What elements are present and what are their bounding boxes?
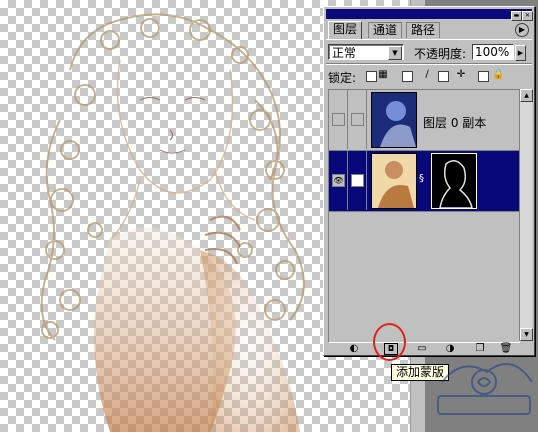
scroll-down-icon[interactable]: ▼: [520, 328, 533, 341]
visibility-toggle[interactable]: [329, 90, 348, 149]
layer-name[interactable]: 图层 0 副本: [423, 114, 486, 131]
layer-style-icon[interactable]: ◐: [346, 343, 362, 355]
palette-tabs: 图层 通道 路径 ▶: [326, 20, 532, 40]
lock-image-checkbox[interactable]: [402, 71, 413, 82]
link-toggle[interactable]: [348, 90, 367, 149]
highlight-circle: [373, 323, 406, 361]
lock-transparency-icon: ▦: [378, 69, 388, 80]
layer-row[interactable]: 图层 0 副本: [329, 90, 519, 151]
lock-all-icon: 🔒: [492, 69, 505, 80]
link-toggle[interactable]: [348, 151, 367, 210]
opacity-label: 不透明度:: [414, 47, 467, 61]
watermark-logo: [437, 363, 533, 415]
mask-link-icon[interactable]: §: [419, 173, 427, 187]
tab-layers[interactable]: 图层: [328, 21, 363, 39]
new-set-icon[interactable]: ▭: [414, 343, 430, 355]
brush-mode-icon[interactable]: [351, 174, 364, 187]
tab-channels[interactable]: 通道: [368, 22, 403, 38]
blend-mode-select[interactable]: 正常 ▼: [328, 44, 404, 60]
layer-thumbnail: [371, 92, 417, 148]
opacity-slider-arrow-icon[interactable]: ▶: [515, 45, 526, 61]
lock-label: 锁定:: [328, 71, 357, 85]
divider: [326, 63, 532, 65]
layer-thumbnail[interactable]: [371, 153, 417, 209]
chevron-down-icon[interactable]: ▼: [388, 46, 402, 60]
layers-scrollbar[interactable]: ▲ ▼: [519, 89, 533, 341]
brush-icon: ∕: [425, 69, 429, 80]
layer-mask-thumbnail[interactable]: [431, 153, 477, 209]
lock-row: 锁定: ▦ ∕ ✛ 🔒: [328, 69, 528, 85]
opacity-input[interactable]: 100%: [472, 44, 514, 60]
move-icon: ✛: [456, 69, 466, 80]
palette-menu-icon[interactable]: ▶: [515, 23, 529, 37]
eye-icon[interactable]: 👁: [332, 174, 345, 187]
lock-transparency-checkbox[interactable]: [366, 71, 377, 82]
palette-titlebar[interactable]: ▬ ✕: [326, 9, 533, 21]
lock-all-checkbox[interactable]: [478, 71, 489, 82]
visibility-toggle[interactable]: 👁: [329, 151, 348, 210]
layers-palette: ▬ ✕ 图层 通道 路径 ▶ 正常 ▼ 不透明度: 100% ▶ 锁定: ▦ ∕…: [323, 6, 535, 356]
blend-mode-value: 正常: [332, 46, 357, 60]
scroll-up-icon[interactable]: ▲: [520, 89, 533, 102]
layers-list: 图层 0 副本 👁 §: [328, 89, 520, 343]
lock-position-checkbox[interactable]: [438, 71, 449, 82]
tab-paths[interactable]: 路径: [406, 22, 441, 38]
layer-row-selected[interactable]: 👁 §: [329, 151, 519, 212]
